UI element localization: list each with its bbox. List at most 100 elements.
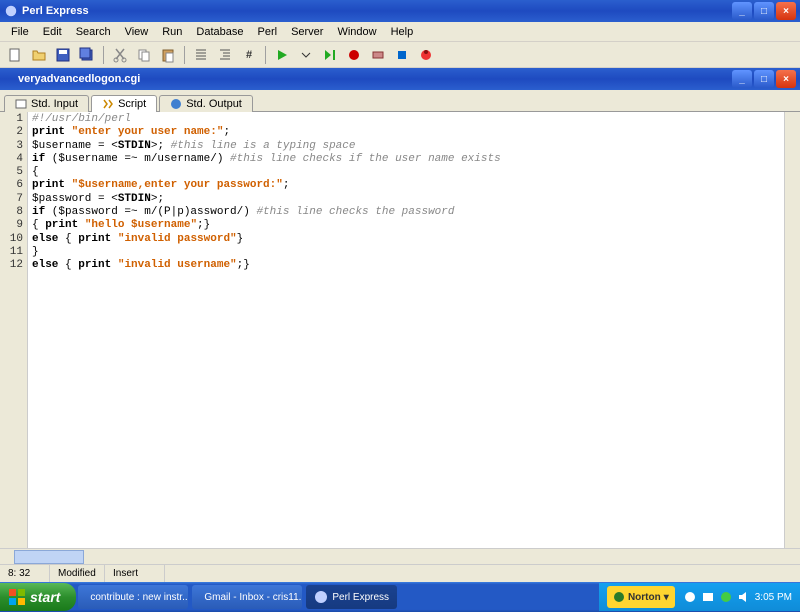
copy-button[interactable] [133, 44, 155, 66]
volume-icon[interactable] [737, 590, 751, 604]
menu-run[interactable]: Run [155, 24, 189, 40]
line-number: 3 [0, 140, 23, 153]
code-line[interactable]: { [32, 166, 780, 179]
line-number: 10 [0, 233, 23, 246]
scroll-thumb[interactable] [14, 550, 84, 564]
vertical-scrollbar[interactable] [784, 112, 800, 548]
task-label: Gmail - Inbox - cris11... [204, 592, 302, 603]
tab-std-output[interactable]: Std. Output [159, 95, 253, 112]
taskbar: start contribute : new instr... Gmail - … [0, 582, 800, 612]
norton-indicator[interactable]: Norton ▾ [607, 586, 675, 608]
script-icon [102, 98, 114, 110]
menu-help[interactable]: Help [384, 24, 421, 40]
line-number: 6 [0, 179, 23, 192]
debug-button[interactable] [415, 44, 437, 66]
line-number: 8 [0, 206, 23, 219]
task-label: contribute : new instr... [90, 592, 188, 603]
document-window-controls: _ □ × [732, 70, 796, 88]
tab-std-input[interactable]: Std. Input [4, 95, 89, 112]
code-line[interactable]: #!/usr/bin/perl [32, 113, 780, 126]
document-title: veryadvancedlogon.cgi [4, 73, 732, 85]
code-line[interactable]: { print "hello $username";} [32, 219, 780, 232]
status-spacer [165, 565, 800, 582]
code-line[interactable]: } [32, 246, 780, 259]
editor-area: 123456789101112 #!/usr/bin/perlprint "en… [0, 112, 800, 548]
cut-button[interactable] [109, 44, 131, 66]
tab-script[interactable]: Script [91, 95, 157, 112]
breakpoint-button[interactable] [343, 44, 365, 66]
menu-window[interactable]: Window [330, 24, 383, 40]
comment-button[interactable]: # [238, 44, 260, 66]
run-dropdown-button[interactable] [295, 44, 317, 66]
line-number: 11 [0, 246, 23, 259]
menu-view[interactable]: View [118, 24, 156, 40]
taskbar-item-contribute[interactable]: contribute : new instr... [78, 585, 188, 609]
maximize-button[interactable]: □ [754, 2, 774, 20]
paste-button[interactable] [157, 44, 179, 66]
doc-close-button[interactable]: × [776, 70, 796, 88]
open-file-button[interactable] [28, 44, 50, 66]
run-button[interactable] [271, 44, 293, 66]
insert-mode: Insert [105, 565, 165, 582]
tray-icon[interactable] [719, 590, 733, 604]
toolbar-separator [265, 46, 266, 64]
horizontal-scrollbar[interactable] [0, 548, 800, 564]
menu-server[interactable]: Server [284, 24, 330, 40]
code-line[interactable]: $username = <STDIN>; #this line is a typ… [32, 140, 780, 153]
code-line[interactable]: print "enter your user name:"; [32, 126, 780, 139]
tab-label: Std. Output [186, 98, 242, 110]
indent-left-button[interactable] [190, 44, 212, 66]
window-controls: _ □ × [732, 2, 796, 20]
app-icon [314, 590, 328, 604]
line-number: 2 [0, 126, 23, 139]
line-number: 4 [0, 153, 23, 166]
taskbar-item-gmail[interactable]: Gmail - Inbox - cris11... [192, 585, 302, 609]
menu-database[interactable]: Database [189, 24, 250, 40]
menu-file[interactable]: File [4, 24, 36, 40]
start-button[interactable]: start [0, 583, 76, 611]
cursor-position: 8: 32 [0, 565, 50, 582]
toolbar-separator [184, 46, 185, 64]
new-file-button[interactable] [4, 44, 26, 66]
line-number: 9 [0, 219, 23, 232]
tray-icon[interactable] [701, 590, 715, 604]
doc-minimize-button[interactable]: _ [732, 70, 752, 88]
watch-button[interactable] [367, 44, 389, 66]
clock[interactable]: 3:05 PM [755, 592, 792, 603]
start-label: start [30, 589, 60, 605]
close-button[interactable]: × [776, 2, 796, 20]
menu-perl[interactable]: Perl [251, 24, 285, 40]
tray-icon[interactable] [683, 590, 697, 604]
line-number-gutter: 123456789101112 [0, 112, 28, 548]
code-editor[interactable]: #!/usr/bin/perlprint "enter your user na… [28, 112, 784, 548]
toolbar-separator [103, 46, 104, 64]
window-title: Perl Express [22, 5, 732, 17]
taskbar-item-perl-express[interactable]: Perl Express [306, 585, 397, 609]
hash-icon: # [246, 49, 252, 61]
task-label: Perl Express [332, 592, 389, 603]
statusbar: 8: 32 Modified Insert [0, 564, 800, 582]
save-all-button[interactable] [76, 44, 98, 66]
doc-maximize-button[interactable]: □ [754, 70, 774, 88]
toolbar: # [0, 42, 800, 68]
code-line[interactable]: else { print "invalid password"} [32, 233, 780, 246]
code-line[interactable]: $password = <STDIN>; [32, 193, 780, 206]
menu-search[interactable]: Search [69, 24, 118, 40]
indent-right-button[interactable] [214, 44, 236, 66]
menu-edit[interactable]: Edit [36, 24, 69, 40]
norton-dropdown-icon: ▾ [664, 592, 669, 603]
input-icon [15, 98, 27, 110]
code-line[interactable]: else { print "invalid username";} [32, 259, 780, 272]
stop-button[interactable] [391, 44, 413, 66]
code-line[interactable]: print "$username,enter your password:"; [32, 179, 780, 192]
line-number: 5 [0, 166, 23, 179]
code-line[interactable]: if ($password =~ m/(P|p)assword/) #this … [32, 206, 780, 219]
save-button[interactable] [52, 44, 74, 66]
norton-label: Norton [628, 592, 661, 603]
windows-logo-icon [8, 588, 26, 606]
step-button[interactable] [319, 44, 341, 66]
minimize-button[interactable]: _ [732, 2, 752, 20]
code-line[interactable]: if ($username =~ m/username/) #this line… [32, 153, 780, 166]
tab-label: Script [118, 98, 146, 110]
norton-icon [613, 591, 625, 603]
